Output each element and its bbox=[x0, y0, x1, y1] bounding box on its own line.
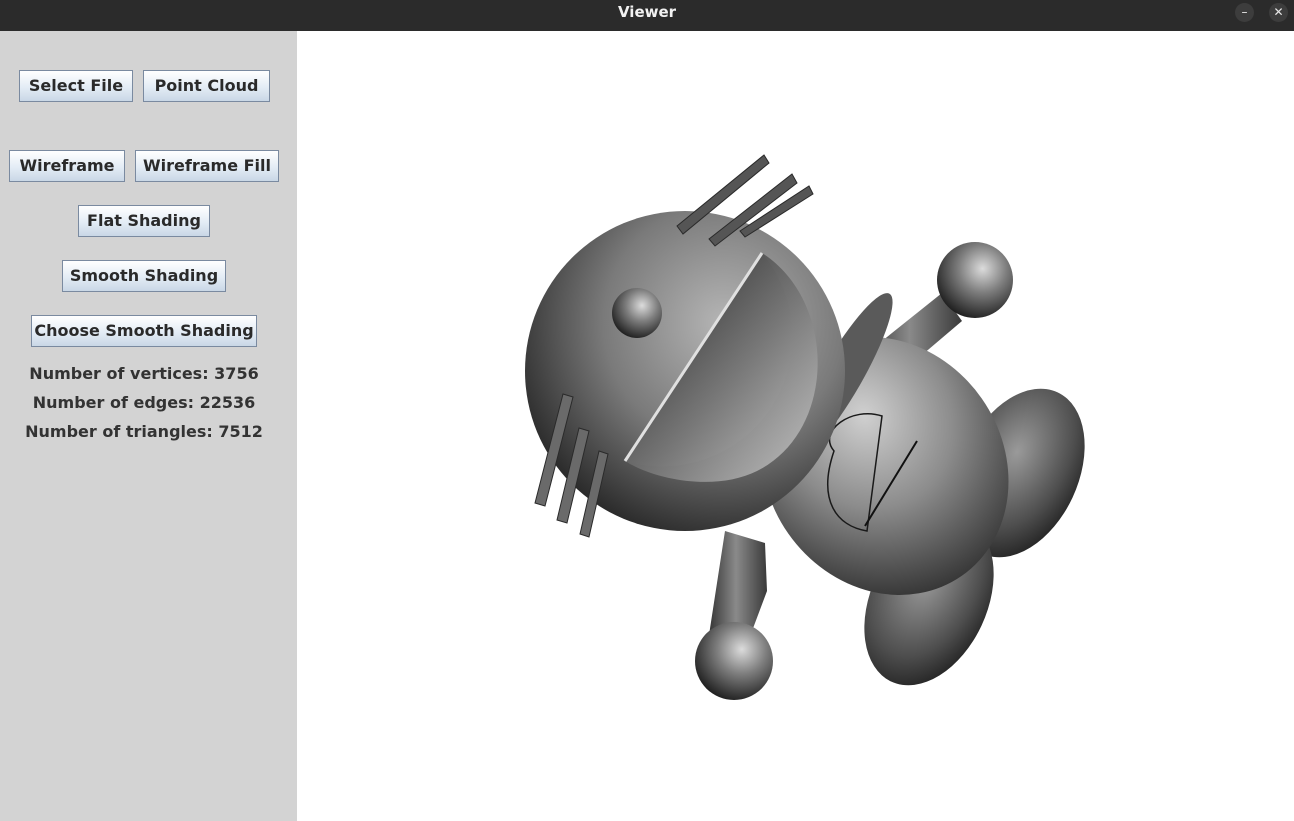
point-cloud-button[interactable]: Point Cloud bbox=[143, 70, 270, 102]
window-title: Viewer bbox=[617, 3, 677, 21]
3d-viewport[interactable] bbox=[297, 31, 1294, 821]
viewer-window: Viewer – ✕ Select File Point Cloud Wiref… bbox=[0, 0, 1294, 821]
mesh-nose bbox=[612, 288, 662, 338]
mesh-arm-lower bbox=[695, 531, 773, 700]
flat-shading-button[interactable]: Flat Shading bbox=[78, 205, 210, 237]
title-bar: Viewer – ✕ bbox=[0, 0, 1294, 31]
vertex-count: Number of vertices: 3756 bbox=[29, 364, 259, 383]
close-button[interactable]: ✕ bbox=[1269, 3, 1288, 22]
smooth-shading-button[interactable]: Smooth Shading bbox=[62, 260, 226, 292]
choose-smooth-shading-button[interactable]: Choose Smooth Shading bbox=[31, 315, 257, 347]
edge-count: Number of edges: 22536 bbox=[32, 393, 256, 412]
minimize-button[interactable]: – bbox=[1235, 3, 1254, 22]
wireframe-button[interactable]: Wireframe bbox=[9, 150, 125, 182]
select-file-button[interactable]: Select File bbox=[19, 70, 133, 102]
control-sidebar: Select File Point Cloud Wireframe Wirefr… bbox=[0, 31, 297, 821]
wireframe-fill-button[interactable]: Wireframe Fill bbox=[135, 150, 279, 182]
mesh-render bbox=[525, 154, 1085, 700]
triangle-count: Number of triangles: 7512 bbox=[25, 422, 263, 441]
